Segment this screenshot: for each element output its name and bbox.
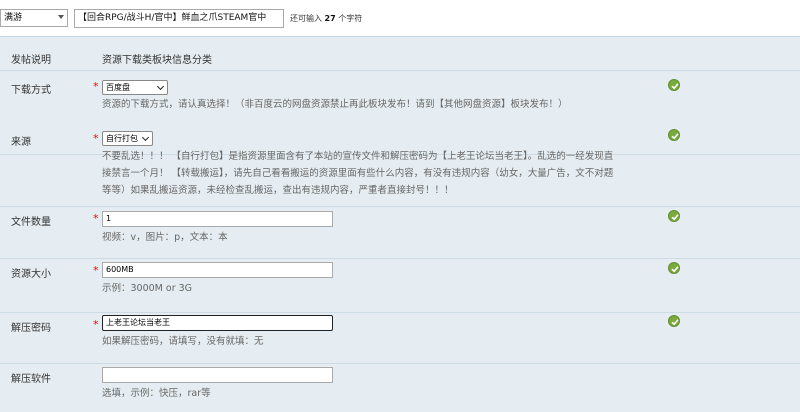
required-marker: *	[93, 132, 99, 145]
extract-software-label: 解压软件	[11, 374, 51, 385]
check-circle-icon	[668, 315, 680, 327]
char-count-hint: 还可输入 27 个字符	[290, 13, 362, 24]
extract-software-input[interactable]	[102, 367, 333, 383]
download-method-label: 下载方式	[11, 85, 51, 96]
file-count-label: 文件数量	[11, 217, 51, 228]
resource-size-hint: 示例：3000M or 3G	[102, 283, 193, 294]
check-circle-icon	[668, 210, 680, 222]
row-extract-password: 解压密码 * 上老王论坛当老王 如果解压密码，请填写，没有就填：无	[0, 313, 800, 364]
category-select-value: 满游	[4, 13, 23, 23]
source-select[interactable]: 自行打包	[102, 131, 153, 146]
extract-password-value: 上老王论坛当老王	[106, 318, 170, 327]
row-post-desc: 发帖说明 资源下载类板块信息分类	[0, 37, 800, 71]
title-input-value: 【回合RPG/战斗H/官中】鲜血之爪STEAM官中	[78, 13, 267, 23]
required-marker: *	[93, 264, 99, 277]
post-desc-value: 资源下载类板块信息分类	[102, 55, 212, 66]
required-marker: *	[93, 318, 99, 331]
row-file-count: 文件数量 * 1 视频：v，图片：p，文本：本	[0, 207, 800, 259]
check-circle-icon	[668, 262, 680, 274]
source-selected: 自行打包	[106, 134, 138, 143]
check-circle-icon	[668, 129, 680, 141]
row-source: 来源 * 自行打包 不要乱选！！！ 【自行打包】是指资源里面含有了本站的宣传文件…	[0, 123, 800, 207]
char-hint-suffix: 个字符	[338, 14, 363, 23]
extract-password-label: 解压密码	[11, 323, 51, 334]
row-resource-size: 资源大小 * 600MB 示例：3000M or 3G	[0, 259, 800, 313]
row-extract-software: 解压软件 选填，示例：快压，rar等	[0, 364, 800, 412]
resource-size-input[interactable]: 600MB	[102, 262, 333, 278]
extract-software-hint: 选填，示例：快压，rar等	[102, 388, 211, 399]
file-count-input[interactable]: 1	[102, 211, 333, 227]
source-hint-line-1: 不要乱选！！！ 【自行打包】是指资源里面含有了本站的宣传文件和解压密码为【上老王…	[102, 151, 614, 162]
required-marker: *	[93, 212, 99, 225]
resource-size-label: 资源大小	[11, 269, 51, 280]
file-count-value: 1	[106, 214, 112, 223]
download-method-selected: 百度盘	[106, 83, 130, 92]
char-hint-prefix: 还可输入	[290, 14, 322, 23]
post-desc-label: 发帖说明	[11, 55, 51, 66]
extract-password-hint: 如果解压密码，请填写，没有就填：无	[102, 336, 264, 347]
chevron-down-icon	[58, 15, 64, 19]
download-method-select[interactable]: 百度盘	[102, 80, 168, 95]
required-marker: *	[93, 80, 99, 93]
chevron-down-icon	[156, 82, 165, 91]
source-label: 来源	[11, 137, 31, 148]
source-hint-line-2: 接禁言一个月！ 【转载搬运】，请先自己看看搬运的资源里面有些什么内容，有没有违规…	[102, 168, 614, 179]
file-count-hint: 视频：v，图片：p，文本：本	[102, 232, 228, 243]
category-select[interactable]: 满游	[0, 9, 68, 27]
chevron-down-icon	[141, 133, 150, 142]
title-input[interactable]: 【回合RPG/战斗H/官中】鲜血之爪STEAM官中	[74, 9, 284, 28]
source-hint-line-3: 等等）如果乱搬运资源，未经检查乱搬运，查出有违规内容，严重者直接封号！！！	[102, 185, 454, 196]
classification-form: 发帖说明 资源下载类板块信息分类 下载方式 * 百度盘 资源的下载方式，请认真选…	[0, 36, 800, 412]
char-hint-count: 27	[324, 14, 336, 23]
download-method-hint: 资源的下载方式，请认真选择！（非百度云的网盘资源禁止再此板块发布！请到【其他网盘…	[102, 99, 568, 110]
post-header: 满游 【回合RPG/战斗H/官中】鲜血之爪STEAM官中 还可输入 27 个字符	[0, 0, 800, 36]
extract-password-input[interactable]: 上老王论坛当老王	[102, 315, 333, 331]
resource-size-value: 600MB	[106, 265, 134, 274]
check-circle-icon	[668, 79, 680, 91]
